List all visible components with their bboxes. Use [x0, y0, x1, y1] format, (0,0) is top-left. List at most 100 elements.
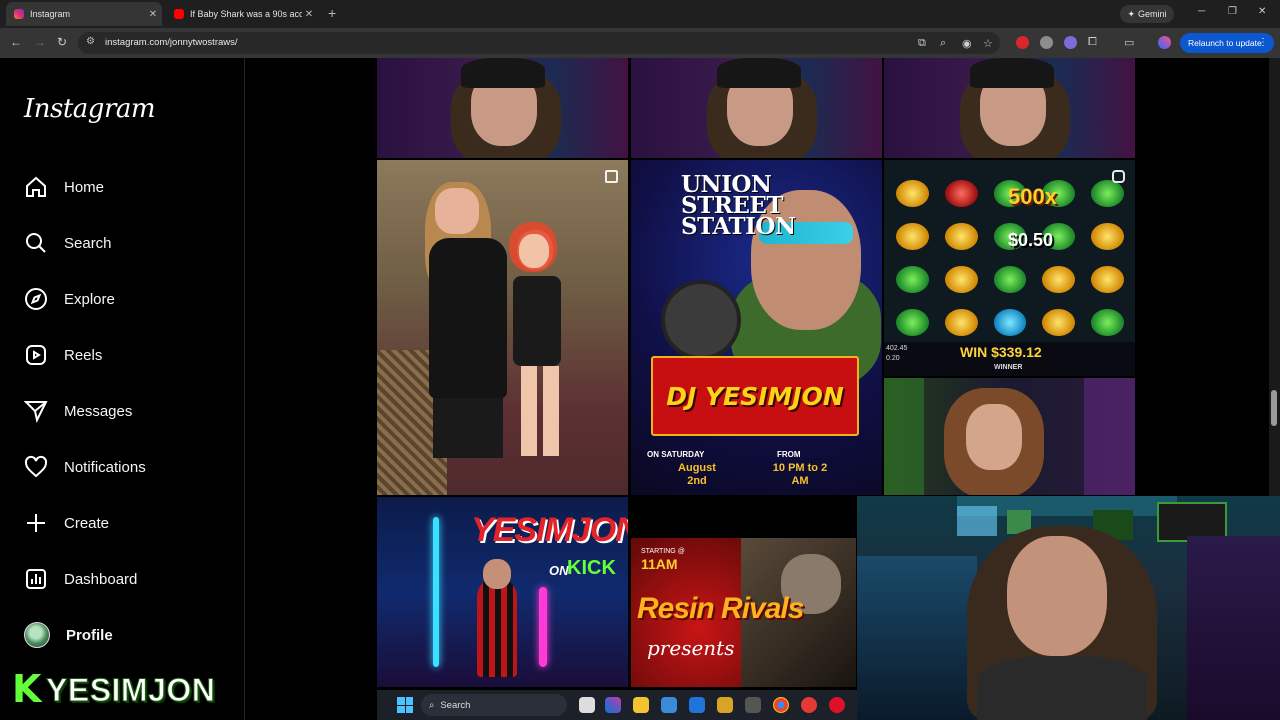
recording-app-icon[interactable]: [829, 697, 845, 713]
sidebar-item-reels[interactable]: Reels: [24, 340, 102, 370]
post-thumbnail-resin-rivals[interactable]: STARTING @ 11AM Resin Rivals presents: [631, 538, 856, 687]
install-app-icon[interactable]: ⧉: [918, 37, 926, 50]
sidebar-item-label: Profile: [66, 626, 113, 644]
eye-off-icon[interactable]: ◉: [962, 37, 972, 50]
time-label: FROM: [777, 450, 801, 459]
office-icon[interactable]: [717, 697, 733, 713]
date-label: ON SATURDAY: [647, 450, 705, 459]
sidebar-item-search[interactable]: Search: [24, 228, 112, 258]
sidebar-item-create[interactable]: Create: [24, 508, 109, 538]
instagram-logo[interactable]: Instagram: [24, 94, 156, 124]
reels-icon: [26, 345, 46, 365]
browser-tab-strip: Instagram ✕ If Baby Shark was a 90s acou…: [0, 0, 1280, 28]
extension-gray-icon[interactable]: [1040, 36, 1053, 49]
sidebar-item-explore[interactable]: Explore: [24, 284, 115, 314]
bookmark-star-icon[interactable]: ☆: [983, 37, 993, 50]
overlay-logo-text: YESIMJON: [45, 672, 216, 709]
stay-awake-squad-badge: [661, 280, 741, 360]
search-icon: [26, 233, 46, 253]
post-thumbnail-union-street-station[interactable]: UNION STREET STATION DJ YESIMJON ON SATU…: [631, 160, 882, 495]
balance: 402.45: [886, 345, 908, 352]
tab-title: Instagram: [30, 9, 71, 19]
extensions-puzzle-icon[interactable]: ⧠: [1088, 36, 1097, 49]
pin-app-icon[interactable]: [801, 697, 817, 713]
sidebar-item-notifications[interactable]: Notifications: [24, 452, 146, 482]
restore-icon[interactable]: ❐: [1228, 6, 1237, 17]
close-tab-icon[interactable]: ✕: [302, 9, 316, 20]
profile-icon[interactable]: [1158, 36, 1171, 49]
menu-dots-icon[interactable]: ⋮: [1258, 37, 1268, 48]
resin-title: Resin Rivals: [637, 592, 804, 625]
back-icon[interactable]: ←: [10, 35, 22, 49]
tab-youtube[interactable]: If Baby Shark was a 90s acoustic ✕: [166, 2, 318, 26]
instagram-sidebar: Instagram Home Search Explore Reels Mess…: [0, 58, 245, 720]
scroll-thumb[interactable]: [1271, 390, 1277, 426]
relaunch-label: Relaunch to update: [1188, 38, 1262, 48]
starting-label: STARTING @: [641, 548, 685, 555]
post-thumbnail[interactable]: [884, 58, 1135, 158]
sidebar-item-label: Dashboard: [64, 570, 138, 588]
site-info-icon[interactable]: ⚙: [86, 36, 95, 47]
reel-icon: [1112, 170, 1125, 183]
search-icon: ⌕: [429, 699, 435, 711]
sidebar-item-label: Home: [64, 178, 105, 196]
union-title: UNION STREET STATION: [681, 171, 796, 240]
browser-toolbar: ← → ↻ ⚙ instagram.com/jonnytwostraws/ ⧉ …: [0, 28, 1280, 58]
tab-instagram[interactable]: Instagram ✕: [6, 2, 162, 26]
youtube-favicon-icon: [174, 9, 184, 19]
file-explorer-icon[interactable]: [633, 697, 649, 713]
post-thumbnail[interactable]: [377, 58, 628, 158]
relaunch-button[interactable]: Relaunch to update ⋮: [1180, 33, 1274, 53]
sidebar-item-dashboard[interactable]: Dashboard: [24, 564, 137, 594]
post-thumbnail-kick[interactable]: YESIMJON ON KICK: [377, 497, 628, 687]
windows-start-icon[interactable]: [397, 697, 413, 713]
taskbar-search[interactable]: ⌕ Search: [421, 694, 567, 716]
store-icon[interactable]: [661, 697, 677, 713]
app-icon[interactable]: [745, 697, 761, 713]
windows-taskbar: ⌕ Search: [377, 690, 857, 720]
sidebar-item-messages[interactable]: Messages: [24, 396, 132, 426]
reload-icon[interactable]: ↻: [57, 35, 67, 49]
url-text: instagram.com/jonnytwostraws/: [105, 37, 238, 48]
kick-platform-label: KICK: [567, 557, 616, 579]
home-icon: [26, 176, 46, 197]
window-close-icon[interactable]: ✕: [1258, 6, 1266, 17]
post-thumbnail-slot[interactable]: 500x $0.50 402.45 0.20 WIN $339.12 WINNE…: [884, 160, 1135, 376]
sidebar-item-profile[interactable]: Profile: [24, 620, 113, 650]
address-bar[interactable]: ⚙ instagram.com/jonnytwostraws/ ⧉ ⌕ ◉ ☆: [78, 32, 1000, 54]
avatar: [24, 622, 50, 648]
chrome-icon[interactable]: [773, 697, 789, 713]
copilot-icon[interactable]: [605, 697, 621, 713]
new-tab-button[interactable]: +: [328, 6, 336, 20]
page-scrollbar[interactable]: [1269, 58, 1280, 496]
side-panel-icon[interactable]: ▭: [1124, 36, 1134, 49]
plus-icon: [27, 514, 45, 532]
task-view-icon[interactable]: [579, 697, 595, 713]
carousel-icon: [605, 170, 618, 183]
post-thumbnail-photo[interactable]: [377, 160, 628, 495]
gemini-label: Gemini: [1138, 9, 1167, 19]
zoom-icon[interactable]: ⌕: [940, 37, 946, 50]
gemini-button[interactable]: ✦ Gemini: [1120, 5, 1174, 23]
post-thumbnail[interactable]: [631, 58, 882, 158]
dashboard-icon: [26, 569, 46, 589]
mail-icon[interactable]: [689, 697, 705, 713]
heart-icon: [24, 455, 48, 478]
sidebar-item-label: Messages: [64, 402, 133, 420]
slot-status-bar: 402.45 0.20 WIN $339.12 WINNER: [884, 342, 1135, 376]
forward-icon[interactable]: →: [34, 35, 46, 49]
tab-title: If Baby Shark was a 90s acoustic: [190, 9, 302, 19]
messages-icon: [24, 401, 48, 423]
win-amount: WIN $339.12: [960, 344, 1042, 360]
extension-red-icon[interactable]: [1016, 36, 1029, 49]
sidebar-item-home[interactable]: Home: [24, 172, 104, 202]
close-tab-icon[interactable]: ✕: [146, 9, 160, 20]
post-thumbnail-stream[interactable]: [884, 378, 1135, 495]
instagram-favicon-icon: [14, 9, 24, 19]
presents-label: presents: [647, 636, 735, 660]
minimize-icon[interactable]: ─: [1198, 6, 1205, 17]
extension-purple-icon[interactable]: [1064, 36, 1077, 49]
multiplier: 500x: [1008, 184, 1057, 209]
winner-label: WINNER: [994, 364, 1023, 371]
kick-title: YESIMJON: [471, 511, 628, 549]
